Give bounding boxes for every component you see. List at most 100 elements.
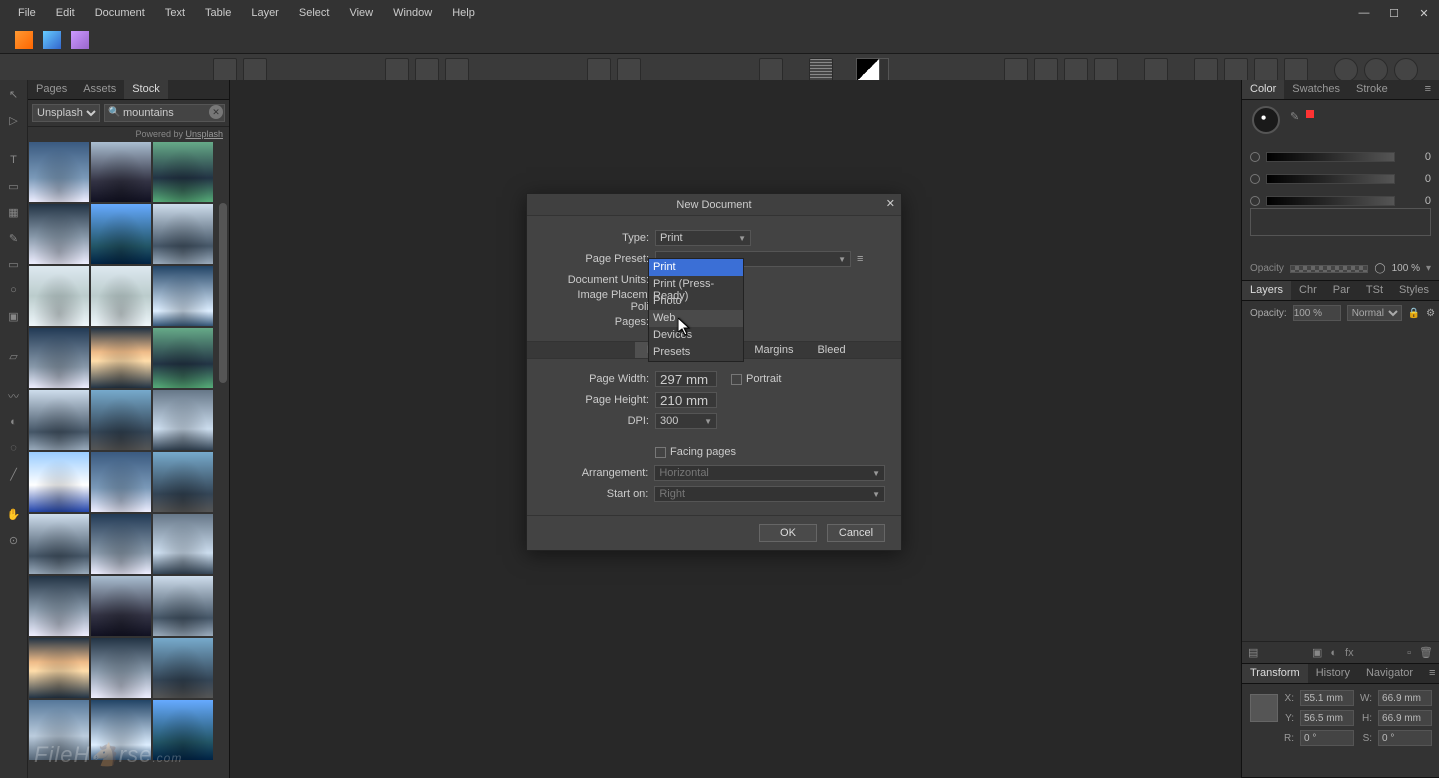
- y-input[interactable]: [1300, 710, 1354, 726]
- toolbar-button[interactable]: [1144, 58, 1168, 82]
- stock-thumbnail[interactable]: [29, 514, 89, 574]
- tab-paragraph[interactable]: Par: [1325, 281, 1358, 300]
- toolbar-button[interactable]: [1034, 58, 1058, 82]
- shear-input[interactable]: [1378, 730, 1432, 746]
- slider-value[interactable]: 0: [1401, 173, 1431, 185]
- stock-scrollbar[interactable]: [219, 203, 227, 774]
- stock-thumbnail[interactable]: [29, 142, 89, 202]
- tab-history[interactable]: History: [1308, 664, 1358, 683]
- portrait-checkbox[interactable]: [731, 374, 742, 385]
- stock-thumbnail[interactable]: [153, 266, 213, 326]
- slider-handle-icon[interactable]: [1250, 196, 1260, 206]
- dpi-combo[interactable]: 300▼: [655, 413, 717, 429]
- stock-thumbnail[interactable]: [29, 638, 89, 698]
- publisher-persona-icon[interactable]: [15, 31, 33, 49]
- tab-bleed[interactable]: Bleed: [805, 342, 857, 358]
- zoom-tool-icon[interactable]: ⊙: [2, 528, 26, 552]
- menu-file[interactable]: File: [8, 0, 46, 26]
- tab-styles[interactable]: Styles: [1391, 281, 1437, 300]
- stock-thumbnail[interactable]: [91, 576, 151, 636]
- picture-frame-tool-icon[interactable]: ▣: [2, 304, 26, 328]
- stock-thumbnail[interactable]: [29, 700, 89, 760]
- tab-text-styles[interactable]: TSt: [1358, 281, 1391, 300]
- stock-thumbnail[interactable]: [91, 452, 151, 512]
- shape-tool-icon[interactable]: ▱: [2, 344, 26, 368]
- add-layer-icon[interactable]: ▫: [1407, 647, 1411, 659]
- stock-thumbnail[interactable]: [91, 390, 151, 450]
- stock-thumbnail[interactable]: [153, 390, 213, 450]
- toolbar-button[interactable]: [1364, 58, 1388, 82]
- toolbar-button[interactable]: [1394, 58, 1418, 82]
- slider-value[interactable]: 0: [1401, 195, 1431, 207]
- toolbar-button[interactable]: [1064, 58, 1088, 82]
- align-button[interactable]: [809, 58, 833, 82]
- menu-document[interactable]: Document: [85, 0, 155, 26]
- toolbar-button[interactable]: [385, 58, 409, 82]
- page-height-input[interactable]: [655, 392, 717, 408]
- h-input[interactable]: [1378, 710, 1432, 726]
- mask-icon[interactable]: ▣: [1312, 646, 1322, 659]
- stock-thumbnail[interactable]: [153, 576, 213, 636]
- page-width-input[interactable]: [655, 371, 717, 387]
- color-slider[interactable]: [1266, 152, 1395, 162]
- slider-value[interactable]: 0: [1401, 151, 1431, 163]
- rotation-input[interactable]: [1300, 730, 1354, 746]
- dropdown-item-devices[interactable]: Devices: [649, 327, 743, 344]
- stock-thumbnail[interactable]: [91, 514, 151, 574]
- dropdown-item-press-ready[interactable]: Print (Press-Ready): [649, 276, 743, 293]
- tab-assets[interactable]: Assets: [75, 80, 124, 99]
- tab-margins[interactable]: Margins: [742, 342, 805, 358]
- dropdown-item-print[interactable]: Print: [649, 259, 743, 276]
- start-on-combo[interactable]: Right▼: [654, 486, 885, 502]
- facing-pages-checkbox[interactable]: [655, 447, 666, 458]
- tab-stroke[interactable]: Stroke: [1348, 80, 1396, 99]
- slider-handle-icon[interactable]: [1250, 174, 1260, 184]
- tab-layers[interactable]: Layers: [1242, 281, 1291, 300]
- menu-text[interactable]: Text: [155, 0, 195, 26]
- dialog-titlebar[interactable]: New Document ✕: [527, 194, 901, 216]
- designer-persona-icon[interactable]: [43, 31, 61, 49]
- stock-thumbnail[interactable]: [29, 266, 89, 326]
- toolbar-button[interactable]: [213, 58, 237, 82]
- eyedropper-icon[interactable]: ✎: [1290, 110, 1299, 123]
- fx-icon[interactable]: fx: [1345, 647, 1354, 659]
- tab-transform[interactable]: Transform: [1242, 664, 1308, 683]
- stock-thumbnail[interactable]: [91, 328, 151, 388]
- tab-navigator[interactable]: Navigator: [1358, 664, 1421, 683]
- menu-edit[interactable]: Edit: [46, 0, 85, 26]
- menu-layer[interactable]: Layer: [241, 0, 289, 26]
- tab-character[interactable]: Chr: [1291, 281, 1325, 300]
- stock-thumbnail[interactable]: [91, 638, 151, 698]
- color-picker-icon[interactable]: ╱: [2, 462, 26, 486]
- menu-window[interactable]: Window: [383, 0, 442, 26]
- blend-mode-select[interactable]: Normal: [1347, 305, 1402, 321]
- hand-tool-icon[interactable]: ✋: [2, 502, 26, 526]
- transparency-tool-icon[interactable]: ◌: [2, 436, 26, 460]
- table-tool-icon[interactable]: ▦: [2, 200, 26, 224]
- ok-button[interactable]: OK: [759, 524, 817, 542]
- preset-menu-icon[interactable]: ≡: [857, 253, 863, 265]
- unsplash-link[interactable]: Unsplash: [185, 129, 223, 139]
- stock-thumbnail[interactable]: [29, 204, 89, 264]
- panel-menu-icon[interactable]: ≡: [1417, 80, 1439, 99]
- toolbar-button[interactable]: [1254, 58, 1278, 82]
- stock-thumbnail[interactable]: [91, 266, 151, 326]
- adjustment-icon[interactable]: ◐: [1330, 647, 1337, 659]
- minimize-button[interactable]: —: [1349, 0, 1379, 26]
- dropdown-item-web[interactable]: Web: [649, 310, 743, 327]
- panel-menu-icon[interactable]: ≡: [1421, 664, 1439, 683]
- vector-brush-icon[interactable]: 〰: [2, 384, 26, 408]
- color-slider[interactable]: [1266, 174, 1395, 184]
- lock-icon[interactable]: 🔒: [1408, 308, 1420, 319]
- toolbar-button[interactable]: [1284, 58, 1308, 82]
- clear-search-icon[interactable]: ✕: [209, 105, 223, 119]
- tab-swatches[interactable]: Swatches: [1284, 80, 1348, 99]
- stock-thumbnail[interactable]: [153, 514, 213, 574]
- stock-thumbnail[interactable]: [153, 700, 213, 760]
- menu-help[interactable]: Help: [442, 0, 485, 26]
- anchor-selector[interactable]: [1250, 694, 1278, 722]
- toolbar-button[interactable]: [445, 58, 469, 82]
- stock-search-input[interactable]: [104, 104, 225, 122]
- node-tool-icon[interactable]: ▷: [2, 108, 26, 132]
- fill-swatch[interactable]: [856, 58, 880, 82]
